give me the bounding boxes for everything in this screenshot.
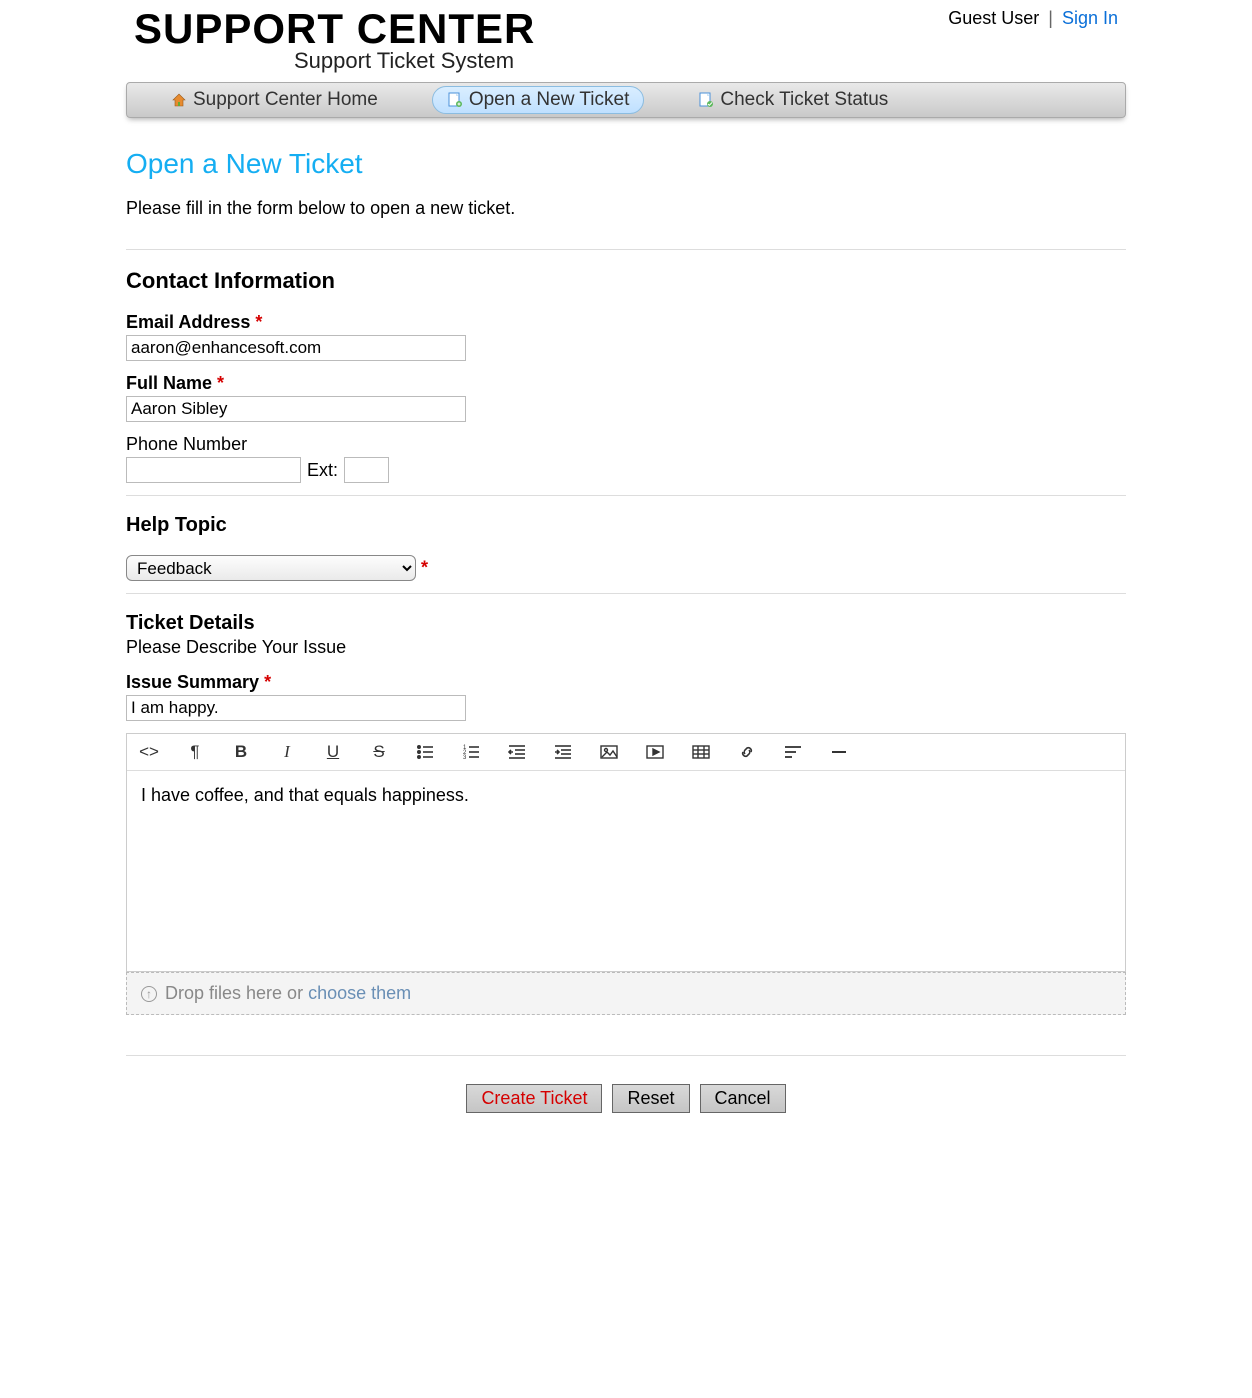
svg-text:3: 3: [463, 755, 467, 761]
nav-home[interactable]: Support Center Home: [157, 87, 392, 113]
divider: [126, 593, 1126, 594]
nav-check-status[interactable]: Check Ticket Status: [684, 87, 902, 113]
nav-open-ticket[interactable]: Open a New Ticket: [432, 86, 645, 114]
ext-field[interactable]: [344, 457, 389, 483]
table-icon[interactable]: [691, 742, 711, 762]
sign-in-link[interactable]: Sign In: [1062, 8, 1118, 28]
unordered-list-icon[interactable]: [415, 742, 435, 762]
help-topic-title: Help Topic: [126, 514, 1126, 537]
user-area: Guest User | Sign In: [948, 8, 1118, 29]
page-instructions: Please fill in the form below to open a …: [126, 198, 1126, 219]
strike-icon[interactable]: S: [369, 742, 389, 762]
paragraph-icon[interactable]: ¶: [185, 742, 205, 762]
image-icon[interactable]: [599, 742, 619, 762]
editor-toolbar: <> ¶ B I U S 123: [127, 734, 1125, 771]
page-title: Open a New Ticket: [126, 148, 1126, 180]
indent-icon[interactable]: [553, 742, 573, 762]
file-dropzone[interactable]: ↑ Drop files here or choose them: [126, 972, 1126, 1015]
hr-icon[interactable]: [829, 742, 849, 762]
phone-field[interactable]: [126, 457, 301, 483]
cancel-button[interactable]: Cancel: [700, 1084, 786, 1113]
rich-text-editor: <> ¶ B I U S 123: [126, 733, 1126, 972]
editor-body[interactable]: I have coffee, and that equals happiness…: [127, 771, 1125, 971]
align-icon[interactable]: [783, 742, 803, 762]
phone-label: Phone Number: [126, 434, 1126, 455]
choose-files-link[interactable]: choose them: [308, 983, 411, 1003]
reset-button[interactable]: Reset: [612, 1084, 689, 1113]
check-status-icon: [698, 92, 714, 108]
navbar: Support Center Home Open a New Ticket Ch…: [126, 82, 1126, 118]
outdent-icon[interactable]: [507, 742, 527, 762]
logo-subtitle: Support Ticket System: [294, 48, 1118, 74]
html-icon[interactable]: <>: [139, 742, 159, 762]
required-mark: *: [421, 558, 428, 578]
divider: [126, 1055, 1126, 1056]
link-icon[interactable]: [737, 742, 757, 762]
form-actions: Create Ticket Reset Cancel: [126, 1084, 1126, 1113]
summary-field[interactable]: [126, 695, 466, 721]
divider: [126, 249, 1126, 250]
create-ticket-button[interactable]: Create Ticket: [466, 1084, 602, 1113]
home-icon: [171, 92, 187, 108]
header: SUPPORT CENTER Support Ticket System Gue…: [126, 8, 1126, 82]
underline-icon[interactable]: U: [323, 742, 343, 762]
nav-home-label: Support Center Home: [193, 89, 378, 111]
name-label: Full Name *: [126, 373, 1126, 394]
new-ticket-icon: [447, 92, 463, 108]
bold-icon[interactable]: B: [231, 742, 251, 762]
email-field[interactable]: [126, 335, 466, 361]
nav-open-ticket-label: Open a New Ticket: [469, 89, 630, 111]
required-mark: *: [264, 672, 271, 692]
help-topic-select[interactable]: Feedback: [126, 555, 416, 581]
summary-label: Issue Summary *: [126, 672, 1126, 693]
name-field[interactable]: [126, 396, 466, 422]
separator-icon: |: [1044, 8, 1057, 28]
contact-section-title: Contact Information: [126, 268, 1126, 294]
ordered-list-icon[interactable]: 123: [461, 742, 481, 762]
ticket-details-title: Ticket Details: [126, 612, 1126, 635]
upload-icon: ↑: [141, 986, 157, 1002]
dropzone-text: Drop files here or: [165, 983, 308, 1003]
nav-check-status-label: Check Ticket Status: [720, 89, 888, 111]
italic-icon[interactable]: I: [277, 742, 297, 762]
video-icon[interactable]: [645, 742, 665, 762]
ticket-details-subtitle: Please Describe Your Issue: [126, 637, 1126, 658]
ext-label: Ext:: [307, 460, 338, 481]
divider: [126, 495, 1126, 496]
guest-user-label: Guest User: [948, 8, 1039, 28]
email-label: Email Address *: [126, 312, 1126, 333]
required-mark: *: [255, 312, 262, 332]
required-mark: *: [217, 373, 224, 393]
